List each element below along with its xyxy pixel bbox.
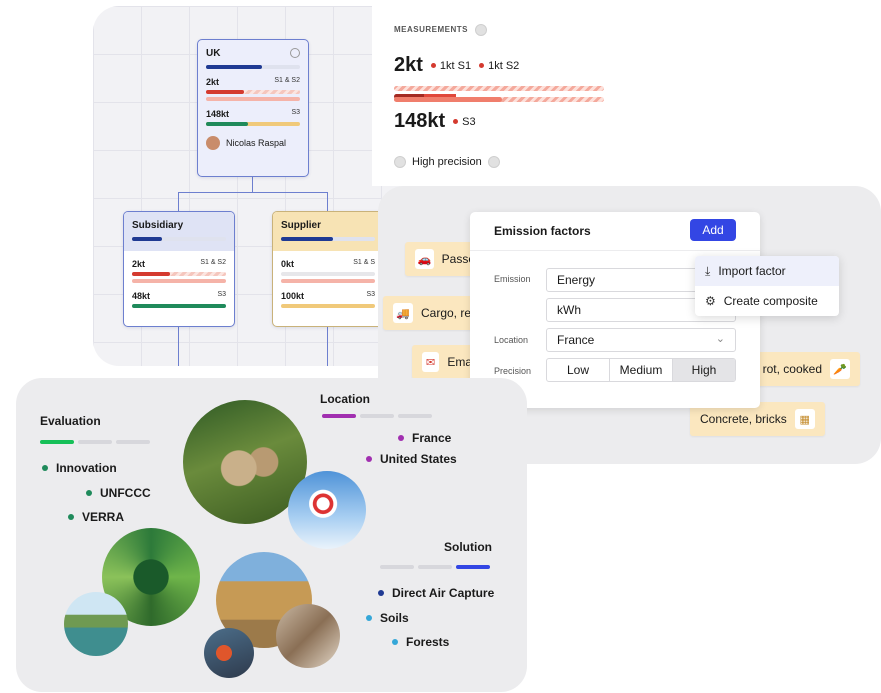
metric-scope: S3: [291, 109, 300, 116]
org-node-uk[interactable]: UK 2kt S1 & S2 148kt S3 Nicolas Raspal: [197, 39, 309, 177]
metric-value: 48kt: [132, 291, 151, 301]
scope-bar: [206, 90, 300, 94]
location-title: Location: [320, 392, 370, 406]
location-item[interactable]: France: [398, 431, 451, 445]
precision-medium[interactable]: Medium: [610, 359, 673, 381]
brick-icon: ▦: [794, 409, 815, 429]
info-icon: [474, 24, 487, 36]
scope3-total: 148kt: [394, 110, 446, 132]
evaluation-item[interactable]: Innovation: [42, 461, 117, 475]
org-node-subsidiary[interactable]: Subsidiary 2kt S1 & S2 48kt S3: [123, 211, 235, 327]
menu-item-import[interactable]: ⤓ Import factor: [695, 256, 839, 286]
scope-bar: [132, 279, 226, 283]
scope-bar: [206, 97, 300, 101]
solution-item[interactable]: Soils: [366, 611, 409, 625]
chip-label: Concrete, bricks: [700, 412, 787, 426]
measurements-label: MEASUREMENTS: [394, 24, 487, 36]
portfolio-panel: Evaluation Innovation UNFCCC VERRA Locat…: [16, 378, 527, 692]
precision-row: High precision: [394, 156, 500, 168]
field-label: Emission: [494, 274, 531, 284]
add-dropdown-menu: ⤓ Import factor ⚙ Create composite: [695, 256, 839, 316]
evaluation-item[interactable]: UNFCCC: [86, 486, 151, 500]
node-title: UK: [206, 48, 221, 59]
total-emissions: 2kt: [394, 54, 423, 76]
scope-bar: [132, 304, 226, 308]
metric-value: 148kt: [206, 109, 230, 119]
location-value: France: [557, 333, 595, 347]
progress-bar: [132, 237, 226, 241]
materials-photo: [276, 604, 340, 668]
precision-label: Precision: [494, 366, 532, 376]
avatar: [206, 136, 220, 150]
target-icon: [290, 48, 300, 58]
workers-photo: [204, 628, 254, 678]
scope12-row: 2kt 1kt S1 1kt S2: [394, 54, 519, 77]
evaluation-progress: [40, 440, 150, 444]
progress-bar: [281, 237, 375, 241]
precision-high[interactable]: High: [673, 359, 735, 381]
metric-scope: S1 & S2: [200, 259, 226, 266]
metric-scope: S3: [217, 291, 226, 298]
gear-icon: ⚙: [705, 294, 716, 308]
measurements-card: MEASUREMENTS 2kt 1kt S1 1kt S2 148kt S3 …: [372, 6, 604, 186]
download-icon: ⤓: [705, 263, 711, 278]
metric-value: 100kt: [281, 291, 305, 301]
metric-scope: S3: [366, 291, 375, 298]
scope3-label: S3: [462, 115, 476, 128]
evaluation-item[interactable]: VERRA: [68, 510, 124, 524]
owner-name: Nicolas Raspal: [226, 138, 287, 148]
scope1-value: 1kt S1: [439, 59, 472, 72]
field-label: Location: [494, 335, 529, 345]
carrot-icon: 🥕: [830, 359, 850, 379]
metric-scope: S1 & S: [353, 259, 375, 266]
metric-scope: S1 & S2: [274, 77, 300, 84]
scope-bar: [206, 122, 300, 126]
progress-bar: [206, 65, 300, 69]
location-progress: [322, 414, 432, 418]
scope-bar: [394, 97, 604, 102]
metric-value: 2kt: [132, 259, 146, 269]
solution-progress: [380, 565, 490, 569]
flag-sky-photo: [288, 471, 366, 549]
location-select[interactable]: France ⌄: [546, 328, 736, 352]
location-item[interactable]: United States: [366, 452, 457, 466]
chip-label: rot, cooked: [762, 362, 822, 376]
owner: Nicolas Raspal: [206, 136, 300, 150]
truck-icon: 🚚: [393, 303, 413, 323]
envelope-icon: ✉: [422, 352, 440, 372]
org-node-supplier[interactable]: Supplier 0kt S1 & S 100kt S3: [272, 211, 384, 327]
node-title: Supplier: [273, 212, 383, 251]
precision-icon: [394, 156, 406, 168]
metric-value: 2kt: [206, 77, 220, 87]
precision-low[interactable]: Low: [547, 359, 610, 381]
solution-item[interactable]: Forests: [392, 635, 449, 649]
scope-bar: [281, 304, 375, 308]
scope-bar: [132, 272, 226, 276]
solution-item[interactable]: Direct Air Capture: [378, 586, 494, 600]
lake-photo: [64, 592, 128, 656]
scope-bar: [281, 279, 375, 283]
chevron-down-icon: ⌄: [715, 333, 725, 345]
scope12-bar: [394, 86, 604, 99]
add-button[interactable]: Add: [690, 219, 736, 241]
menu-item-label: Import factor: [718, 264, 786, 278]
node-title: Subsidiary: [124, 212, 234, 251]
card-title: Emission factors: [494, 224, 591, 238]
scope3-row: 148kt S3: [394, 110, 476, 133]
car-icon: 🚗: [415, 249, 434, 269]
chip-label: Ema: [447, 355, 472, 369]
precision-text: High precision: [412, 156, 482, 168]
metric-value: 0kt: [281, 259, 295, 269]
info-icon: [487, 156, 500, 168]
scope2-value: 1kt S2: [488, 59, 520, 72]
menu-item-composite[interactable]: ⚙ Create composite: [695, 286, 839, 316]
menu-item-label: Create composite: [723, 294, 818, 308]
evaluation-title: Evaluation: [40, 414, 101, 428]
scope-bar: [281, 272, 375, 276]
solution-title: Solution: [444, 540, 492, 554]
precision-segmented: Low Medium High: [546, 358, 736, 382]
